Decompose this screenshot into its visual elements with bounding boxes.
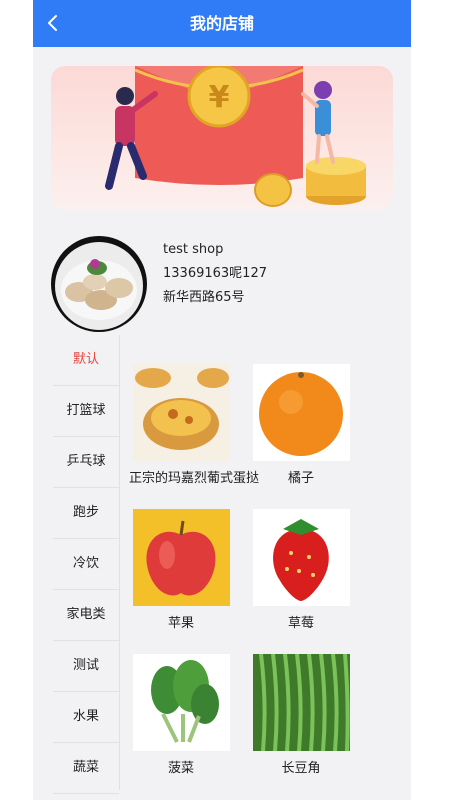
apple-image — [132, 509, 230, 606]
product-long-bean[interactable]: 长豆角 — [249, 654, 353, 776]
svg-text:¥: ¥ — [209, 80, 230, 115]
app-screen: 我的店铺 ¥ test shop 13369163呢127 新华西路65号 默认… — [33, 0, 411, 800]
long-bean-image — [252, 654, 350, 751]
category-appliances[interactable]: 家电类 — [53, 590, 119, 641]
shop-name: test shop — [163, 242, 224, 257]
product-name: 草莓 — [287, 616, 314, 631]
product-spinach[interactable]: 菠菜 — [129, 654, 233, 776]
category-vegetables[interactable]: 蔬菜 — [53, 743, 119, 794]
shop-info-card: test shop 13369163呢127 新华西路65号 — [51, 236, 393, 332]
page-title: 我的店铺 — [189, 14, 254, 33]
category-fruit[interactable]: 水果 — [53, 692, 119, 743]
product-apple[interactable]: 苹果 — [129, 509, 233, 631]
promo-banner[interactable]: ¥ — [51, 66, 393, 210]
category-test[interactable]: 测试 — [53, 641, 119, 692]
shop-phone: 13369163呢127 — [163, 266, 267, 281]
product-name: 正宗的玛嘉烈葡式蛋挞 — [129, 471, 260, 486]
category-basketball[interactable]: 打篮球 — [53, 386, 119, 437]
category-default[interactable]: 默认 — [53, 335, 119, 386]
product-name: 橘子 — [287, 471, 314, 486]
strawberry-image — [252, 509, 350, 606]
category-ping-pong[interactable]: 乒乓球 — [53, 437, 119, 488]
product-name: 长豆角 — [281, 761, 321, 776]
product-name: 菠菜 — [167, 761, 194, 776]
food-plate-image — [55, 242, 143, 330]
product-orange[interactable]: 橘子 — [249, 364, 353, 486]
red-envelope-illustration: ¥ — [105, 66, 366, 207]
category-cold-drinks[interactable]: 冷饮 — [53, 539, 119, 590]
shop-address: 新华西路65号 — [163, 290, 245, 305]
category-running[interactable]: 跑步 — [53, 488, 119, 539]
orange-image — [252, 364, 350, 461]
product-strawberry[interactable]: 草莓 — [249, 509, 353, 631]
product-name: 苹果 — [167, 616, 194, 631]
spinach-image — [132, 654, 230, 751]
top-bar: 我的店铺 — [33, 0, 411, 47]
category-sidebar: 默认 打篮球 乒乓球 跑步 冷饮 家电类 测试 水果 蔬菜 — [53, 335, 119, 794]
sidebar-divider — [119, 335, 120, 790]
shop-details: test shop 13369163呢127 新华西路65号 — [163, 238, 267, 310]
egg-tart-image — [132, 364, 230, 461]
shop-avatar — [51, 236, 147, 332]
product-egg-tart[interactable]: 正宗的玛嘉烈葡式蛋挞 — [129, 364, 260, 486]
